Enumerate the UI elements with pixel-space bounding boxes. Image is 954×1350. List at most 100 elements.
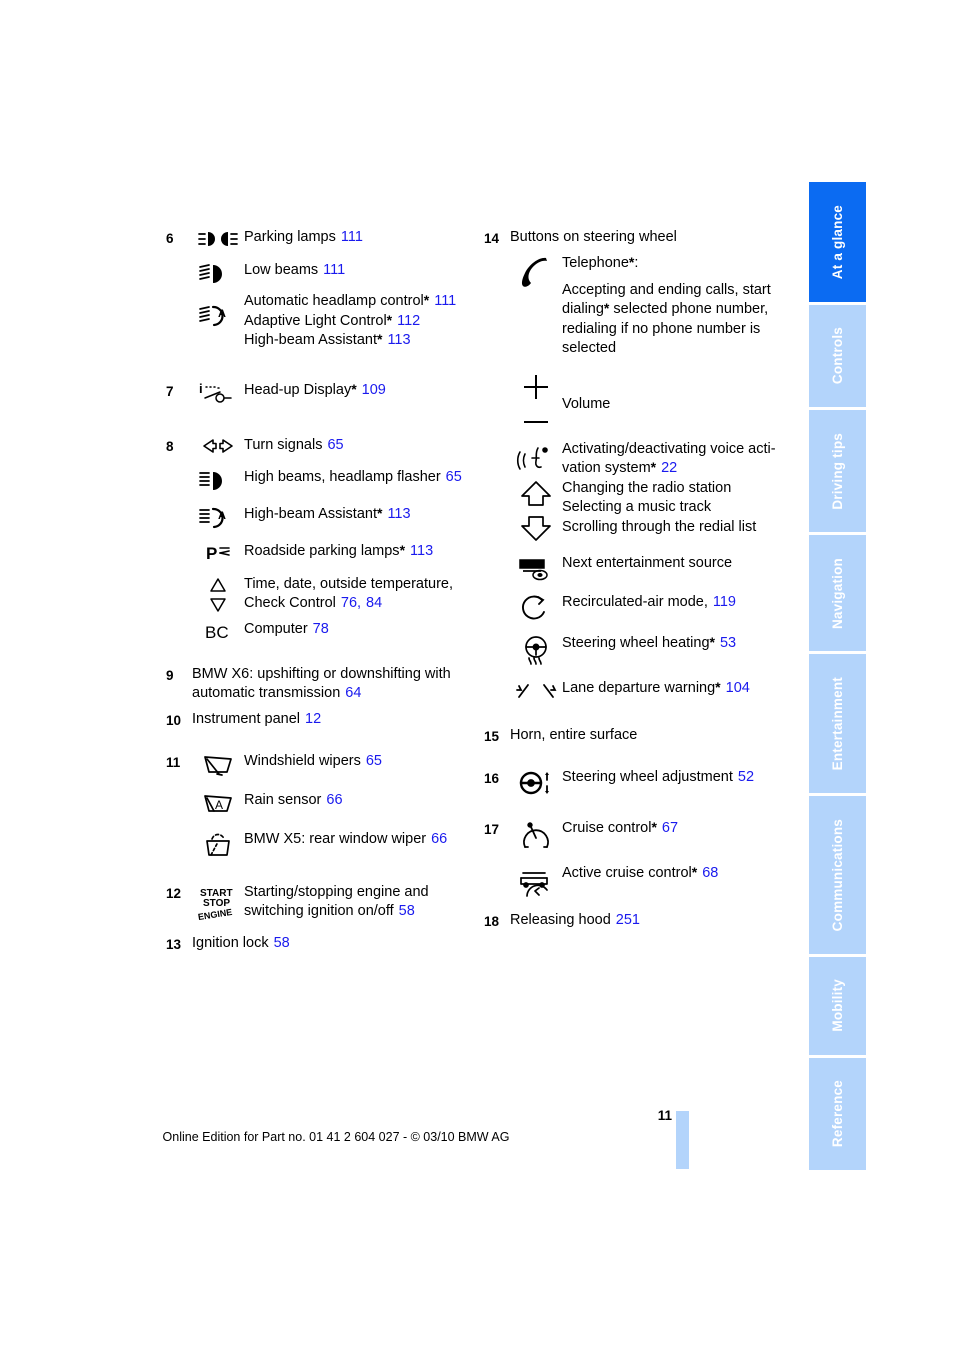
tab-mobility[interactable]: Mobility [809,956,866,1055]
entry-14-volume: Volume [484,371,784,434]
radio-line-1: Changing the radio station [562,479,732,496]
entry-14-voice-text: Activating/deactivating voice acti- vati… [562,440,784,479]
lane-departure-warning-page[interactable]: 104 [726,680,750,696]
entry-11-windshield-text: Windshield wipers 65 [244,752,466,772]
entry-17-cruise-text: Cruise control* 67 [562,819,784,839]
entry-8-roadside-text: Roadside parking lamps* 113 [244,542,466,562]
automatic-headlamp-line: Automatic headlamp control* 111 [244,292,457,309]
footer-copyright: Online Edition for Part no. 01 41 2 604 … [162,1130,510,1144]
entry-6-automatic-headlamp: A Automatic headlamp control* 111 Adaptiv… [166,292,466,351]
svg-text:i: i [199,382,203,396]
radio-line-3: Scrolling through the redial list [562,518,757,535]
adaptive-light-control-page[interactable]: 112 [397,313,420,329]
entry-17-active-cruise-control: Active cruise control* 68 [484,864,784,899]
ignition-lock-page[interactable]: 58 [274,935,290,951]
entry-12-page[interactable]: 58 [399,903,415,919]
steering-wheel-adjustment-icon [510,768,562,797]
entry-13-row: 13 Ignition lock 58 [166,934,466,954]
lane-departure-warning-icon [510,679,562,704]
steering-wheel-heating-label: Steering wheel heating [562,634,710,651]
asterisk: * [376,504,383,521]
steering-wheel-heating-page[interactable]: 53 [720,635,736,651]
tab-driving-tips[interactable]: Driving tips [809,410,866,532]
tab-communications[interactable]: Communications [809,796,866,954]
tab-controls-label: Controls [829,327,845,385]
entry-14-lane-departure: Lane departure warning* 104 [484,679,784,704]
computer-page[interactable]: 78 [313,621,329,637]
entry-12-row: 12 START STOP ENGINE Starting/stopping e… [166,883,466,922]
start-stop-engine-icon: START STOP ENGINE [192,883,244,922]
svg-text:A: A [218,308,226,320]
steering-wheel-adjustment-page[interactable]: 52 [738,769,754,785]
active-cruise-control-label: Active cruise control [562,864,692,881]
high-beam-assistant-icon: A [192,505,244,530]
right-content-column: 14 Buttons on steering wheel Telephone*: [484,228,784,931]
low-beams-page[interactable]: 111 [323,262,345,278]
telephone-body-line-3: redialing if no phone number is [562,320,761,337]
asterisk: * [650,459,657,475]
entry-8-time-date: Time, date, outside temperature, Check C… [166,575,466,614]
releasing-hood-page[interactable]: 251 [616,912,640,928]
entry-10: 10 Instrument panel 12 [166,710,466,730]
head-up-display-page[interactable]: 109 [362,382,386,398]
telephone-body-line-4: selected [562,340,617,356]
head-up-display-icon: i [192,381,244,406]
entry-6-low-beams: Low beams 111 [166,261,466,286]
instrument-panel-page[interactable]: 12 [305,711,321,727]
volume-label: Volume [562,395,611,412]
entry-10-text: Instrument panel 12 [192,710,466,730]
check-control-page-1[interactable]: 76 [341,595,357,611]
rear-window-wiper-page[interactable]: 66 [431,831,447,847]
turn-signals-icon [192,436,244,455]
parking-lamps-icon [192,228,244,249]
computer-label: Computer [244,620,308,637]
voice-activation-page[interactable]: 22 [661,460,677,476]
entry-17-cruise-control: 17 Cruise control* 67 [484,819,784,852]
windshield-wipers-label: Windshield wipers [244,752,361,769]
windshield-wipers-page[interactable]: 65 [366,753,382,769]
entry-11-rear-window-wiper: BMW X5: rear window wiper 66 [166,830,466,861]
entry-9-page[interactable]: 64 [345,685,361,701]
rain-sensor-page[interactable]: 66 [326,792,342,808]
tab-reference[interactable]: Reference [809,1057,866,1171]
entry-14-voice-activation: Activating/deactivating voice acti- vati… [484,440,784,479]
entry-14-lane-text: Lane departure warning* 104 [562,679,784,699]
entry-16-row: 16 Steering wheel adjustment 52 [484,768,784,797]
high-beams-page[interactable]: 65 [446,469,462,485]
left-content-column: 6 Parking lamps 111 Low beams 111 A Auto… [166,228,466,954]
asterisk: * [386,311,393,328]
parking-lamps-page[interactable]: 111 [341,229,363,245]
roadside-parking-lamps-page[interactable]: 113 [410,543,433,559]
high-beams-label: High beams, headlamp flasher [244,468,441,485]
entry-13-text: Ignition lock 58 [192,934,466,954]
tab-entertainment[interactable]: Entertainment [809,654,866,794]
active-cruise-control-page[interactable]: 68 [702,865,718,881]
up-arrow-down-arrow-icon [510,479,562,542]
telephone-heading-line: Telephone*: [562,254,639,271]
high-beam-assistant-page-2[interactable]: 113 [387,506,410,522]
telephone-body-line-2: dialing* selected phone number, [562,300,769,317]
asterisk: * [709,633,715,650]
recirculated-air-page[interactable]: 119 [713,594,736,610]
entry-17-index: 17 [484,821,500,837]
entry-17: 17 Cruise control* 67 Active cruise cont… [484,819,784,899]
automatic-headlamp-page[interactable]: 111 [434,293,456,309]
tab-at-a-glance[interactable]: At a glance [809,182,866,302]
tab-navigation[interactable]: Navigation [809,535,866,652]
voice-activation-icon [510,440,562,476]
cruise-control-label: Cruise control [562,819,652,836]
high-beam-assistant-page[interactable]: 113 [387,332,410,348]
tab-driving-tips-label: Driving tips [829,432,845,510]
parking-lamps-label: Parking lamps [244,229,336,245]
entry-12: 12 START STOP ENGINE Starting/stopping e… [166,883,466,922]
tab-reference-label: Reference [829,1080,845,1148]
cruise-control-page[interactable]: 67 [662,820,678,836]
entry-15: 15 Horn, entire surface [484,726,784,746]
entertainment-source-icon [510,554,562,581]
tab-controls[interactable]: Controls [809,304,866,407]
entry-15-text: Horn, entire surface [510,726,638,743]
turn-signals-page[interactable]: 65 [327,437,343,453]
check-control-page-2[interactable]: 84 [366,595,382,611]
entry-8-high-beam-assistant: A High-beam Assistant* 113 [166,505,466,530]
entry-8-computer-text: Computer 78 [244,620,466,640]
